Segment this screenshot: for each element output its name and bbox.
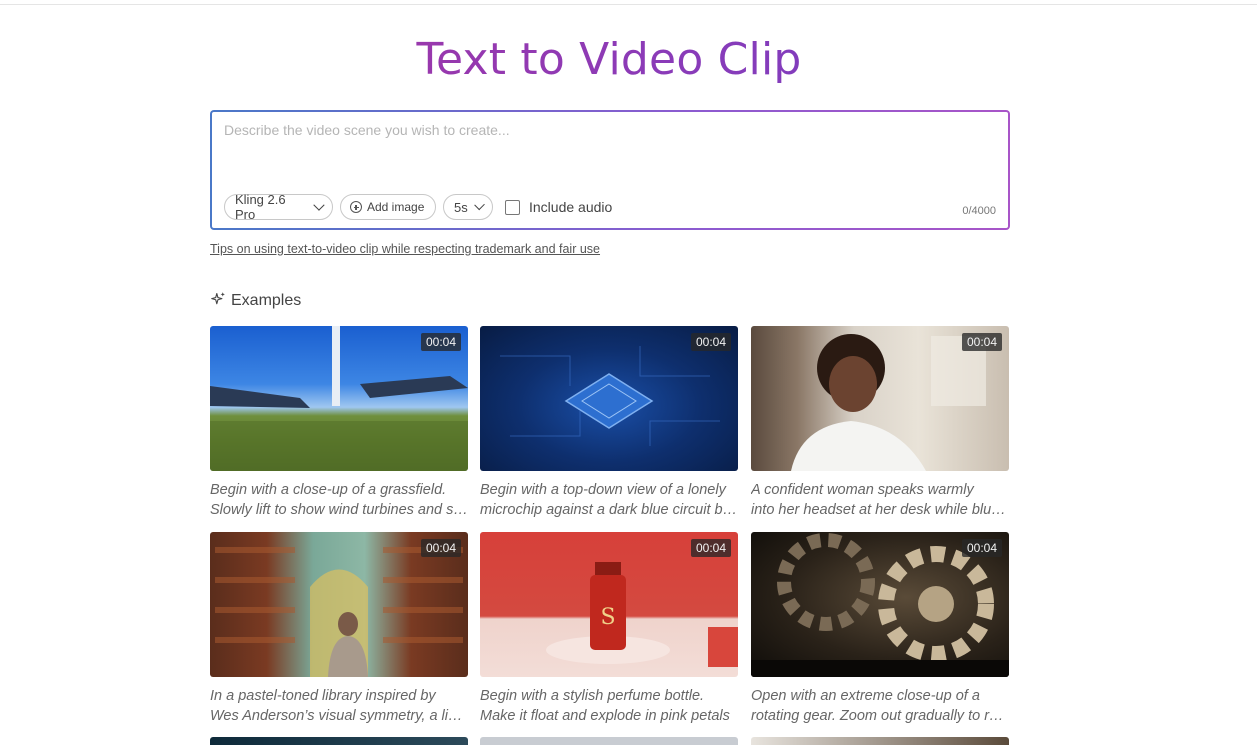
example-thumbnail[interactable]: 00:04 — [480, 326, 738, 471]
chevron-down-icon — [313, 199, 325, 211]
example-card[interactable]: 00:04 A confident woman speaks warmly in… — [751, 326, 1009, 520]
caption-line: In a pastel-toned library inspired by — [210, 688, 436, 704]
model-select-label: Kling 2.6 Pro — [235, 192, 286, 222]
caption-line: microchip against a dark blue circuit bo… — [480, 502, 738, 518]
example-card[interactable]: 00:04 Begin with a close-up of a grassfi… — [210, 326, 468, 520]
example-caption: A confident woman speaks warmly into her… — [751, 480, 1009, 520]
duration-badge: 00:04 — [961, 539, 1002, 557]
caption-line: Slowly lift to show wind turbines and so… — [210, 502, 468, 518]
example-thumbnail[interactable]: 00:04 — [210, 326, 468, 471]
include-audio-label: Include audio — [529, 199, 613, 215]
duration-badge: 00:04 — [420, 539, 461, 557]
caption-line: rotating gear. Zoom out gradually to rev… — [751, 708, 1009, 724]
example-card[interactable]: S 00:04 Begin with a stylish perfume bot… — [480, 532, 738, 726]
include-audio-checkbox[interactable] — [505, 199, 520, 215]
svg-text:S: S — [600, 605, 615, 630]
page-title: Text to Video Clip — [0, 34, 1218, 85]
caption-line: Begin with a stylish perfume bottle. — [480, 688, 705, 704]
examples-heading: Examples — [210, 291, 302, 310]
example-caption: Begin with a close-up of a grassfield. S… — [210, 480, 468, 520]
example-caption: Begin with a top-down view of a lonely m… — [480, 480, 738, 520]
duration-badge: 00:04 — [690, 333, 731, 351]
example-thumbnail-partial[interactable] — [751, 737, 1009, 745]
add-image-button[interactable]: Add image — [340, 194, 436, 220]
example-thumbnail[interactable]: 00:04 — [751, 326, 1009, 471]
top-divider — [0, 4, 1257, 5]
example-thumbnail[interactable]: 00:04 — [210, 532, 468, 677]
include-audio-toggle[interactable]: Include audio — [505, 199, 612, 215]
duration-select-label: 5s — [454, 199, 468, 215]
example-card[interactable]: 00:04 In a pastel-toned library inspired… — [210, 532, 468, 726]
caption-line: A confident woman speaks warmly — [751, 482, 974, 498]
duration-badge: 00:04 — [961, 333, 1002, 351]
caption-line: Begin with a top-down view of a lonely — [480, 482, 726, 498]
char-counter: 0/4000 — [962, 205, 996, 217]
prompt-input[interactable] — [224, 122, 994, 182]
caption-line: Make it float and explode in pink petals — [480, 708, 730, 724]
duration-select[interactable]: 5s — [443, 194, 493, 220]
caption-line: Begin with a close-up of a grassfield. — [210, 482, 447, 498]
examples-heading-label: Examples — [231, 292, 302, 309]
example-caption: Open with an extreme close-up of a rotat… — [751, 686, 1009, 726]
add-image-label: Add image — [367, 200, 425, 214]
example-card[interactable]: 00:04 Open with an extreme close-up of a… — [751, 532, 1009, 726]
example-thumbnail-partial[interactable] — [210, 737, 468, 745]
duration-badge: 00:04 — [420, 333, 461, 351]
prompt-controls: Kling 2.6 Pro Add image 5s Include audio — [224, 192, 612, 222]
caption-line: into her headset at her desk while blurr… — [751, 502, 1009, 518]
prompt-box: Kling 2.6 Pro Add image 5s Include audio… — [210, 110, 1010, 230]
example-card[interactable]: 00:04 Begin with a top-down view of a lo… — [480, 326, 738, 520]
add-circle-icon — [350, 201, 362, 213]
example-caption: In a pastel-toned library inspired by We… — [210, 686, 468, 726]
tips-link[interactable]: Tips on using text-to-video clip while r… — [210, 242, 600, 256]
example-caption: Begin with a stylish perfume bottle. Mak… — [480, 686, 738, 726]
sparkle-icon — [211, 291, 225, 304]
caption-line: Wes Anderson’s visual symmetry, a librar… — [210, 708, 468, 724]
duration-badge: 00:04 — [690, 539, 731, 557]
example-thumbnail[interactable]: S 00:04 — [480, 532, 738, 677]
example-thumbnail[interactable]: 00:04 — [751, 532, 1009, 677]
example-thumbnail-partial[interactable] — [480, 737, 738, 745]
chevron-down-icon — [473, 199, 485, 211]
model-select[interactable]: Kling 2.6 Pro — [224, 192, 333, 222]
caption-line: Open with an extreme close-up of a — [751, 688, 980, 704]
